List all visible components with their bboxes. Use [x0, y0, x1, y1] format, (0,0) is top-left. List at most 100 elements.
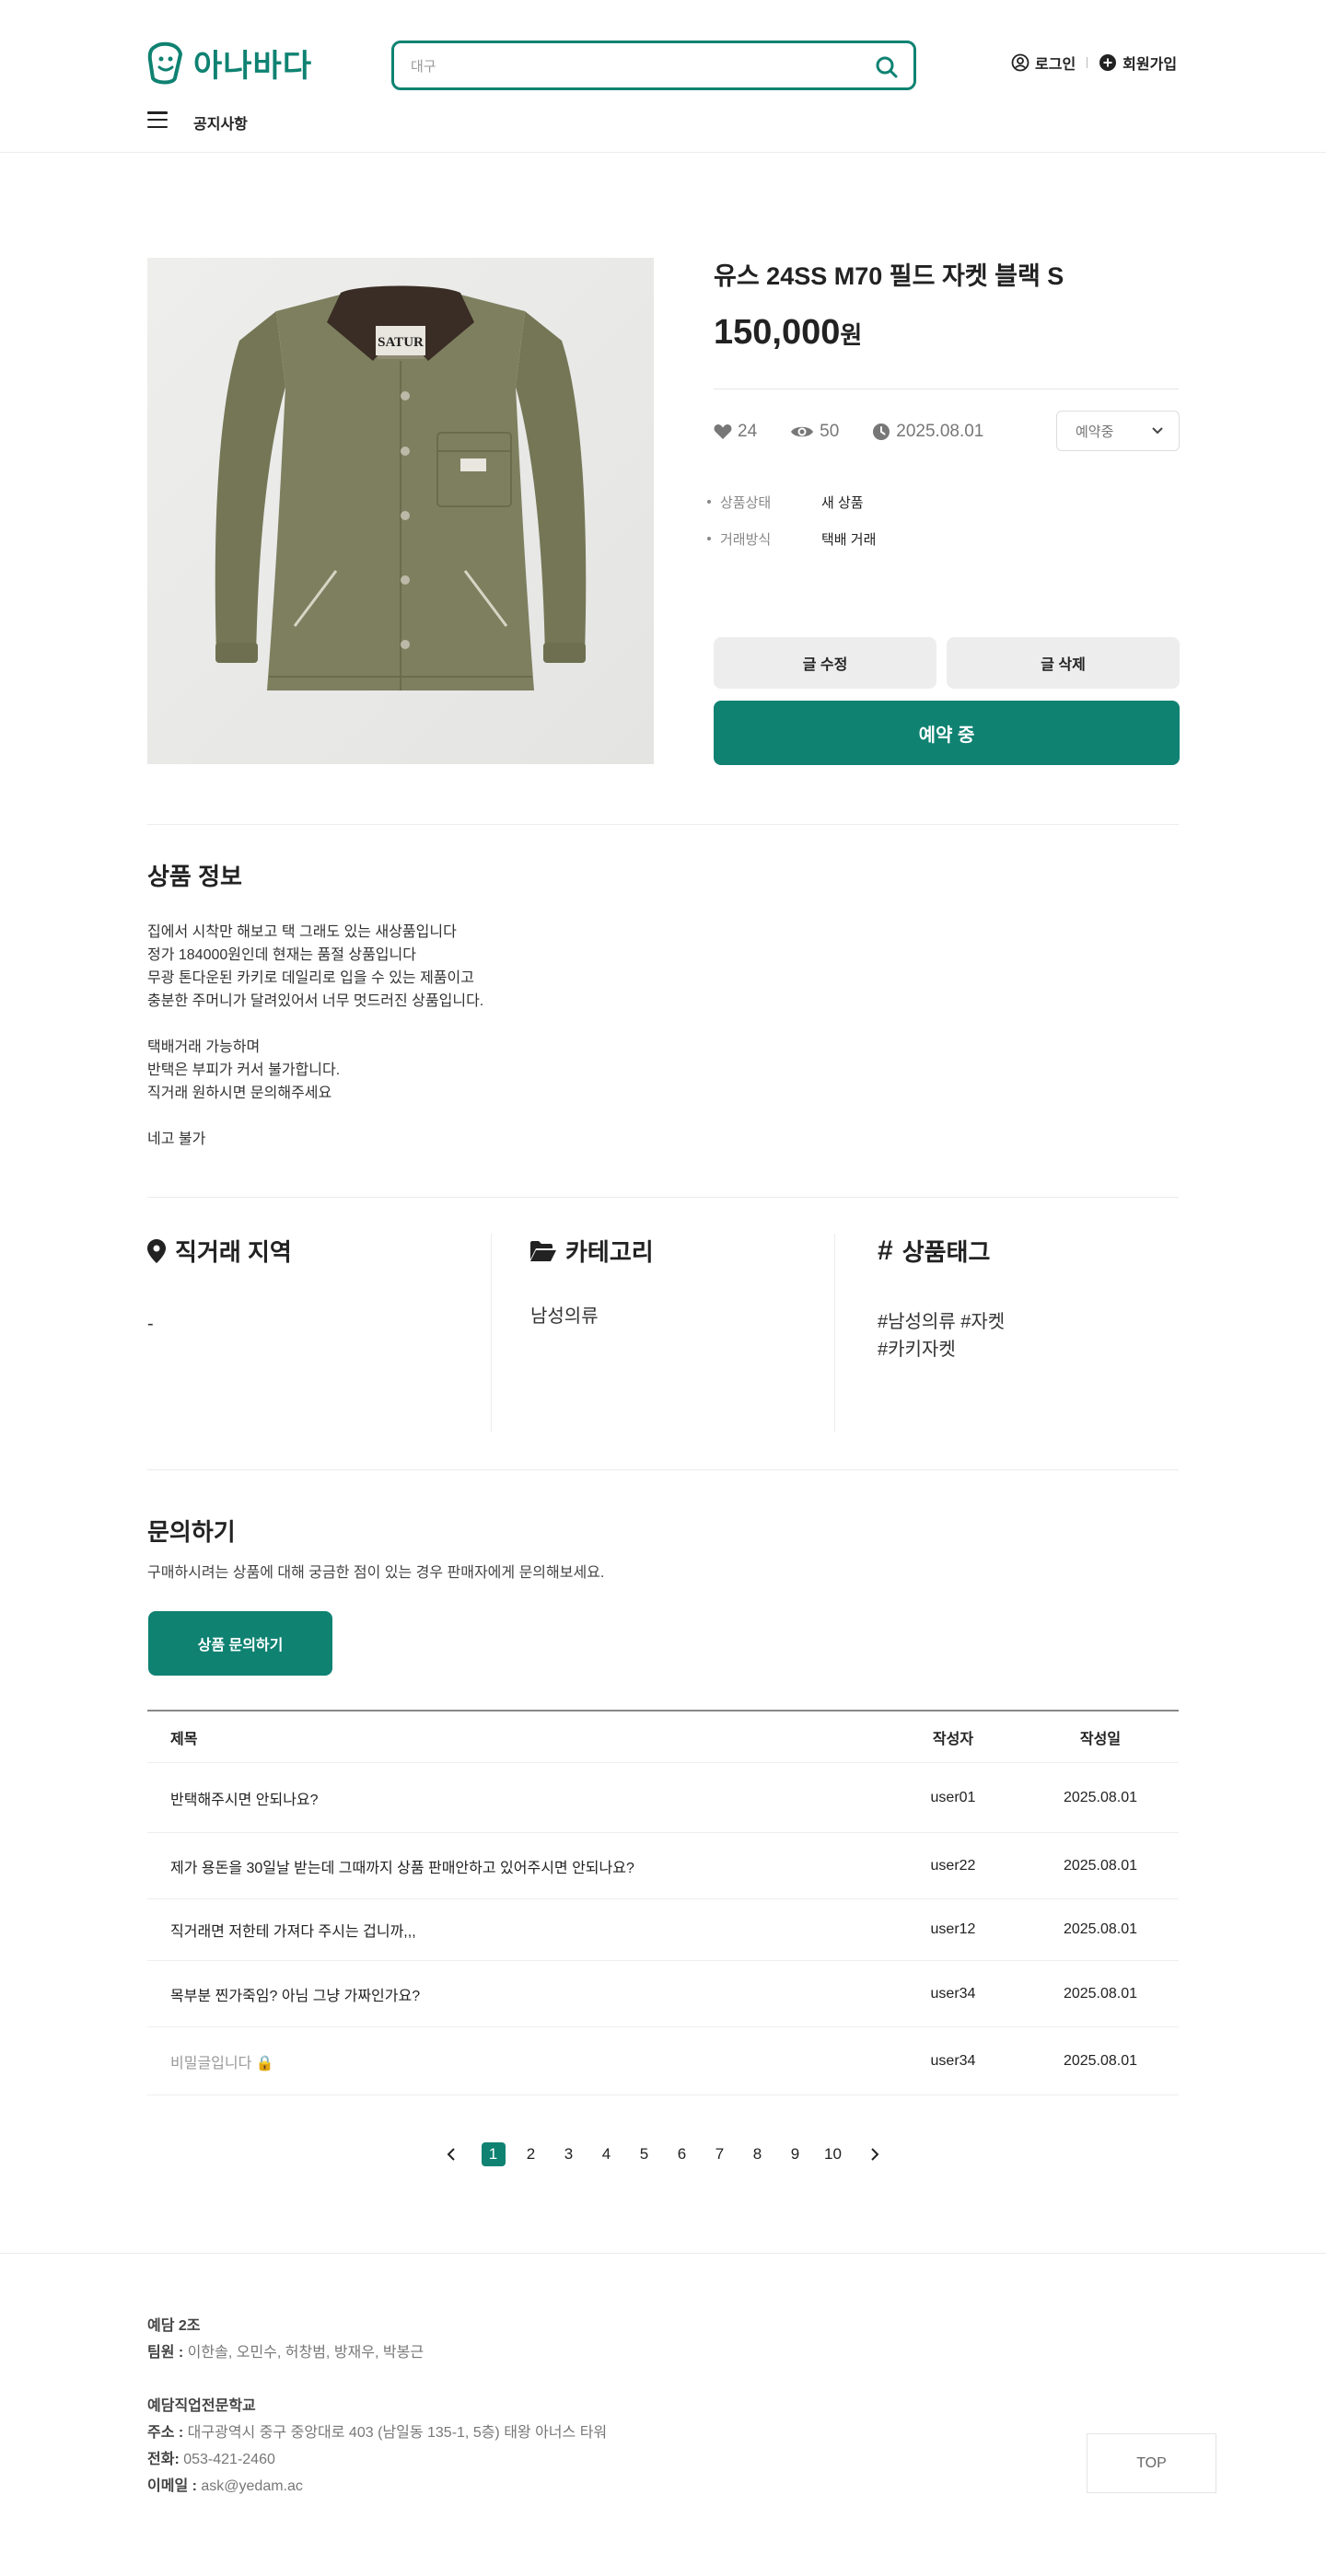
eye-icon: [791, 426, 814, 437]
chevron-down-icon: [1152, 427, 1163, 435]
info-key: 상품상태: [720, 494, 772, 511]
pagination: 1 2 3 4 5 6 7 8 9 10: [424, 2141, 902, 2167]
page-1[interactable]: 1: [474, 2141, 512, 2167]
search-icon[interactable]: [873, 53, 901, 81]
page-3[interactable]: 3: [550, 2141, 587, 2167]
prev-page-button[interactable]: [428, 2141, 474, 2167]
category-value[interactable]: 남성의류: [530, 1303, 874, 1330]
table-row[interactable]: 직거래면 저한테 가져다 주시는 겁니까,,, user12 2025.08.0…: [147, 1899, 1179, 1961]
description-line: 택배거래 가능하며: [147, 1039, 261, 1055]
chevron-right-icon: [871, 2148, 879, 2161]
plus-circle-icon: [1099, 54, 1117, 71]
info-value: 새 상품: [821, 494, 864, 511]
email: ask@yedam.ac: [201, 2478, 303, 2494]
heart-icon: [714, 424, 732, 439]
info-row-condition: 상품상태 새 상품: [707, 483, 876, 520]
description-title: 상품 정보: [147, 863, 242, 890]
address-label: 주소 :: [147, 2425, 184, 2441]
product-price: 150,000원: [714, 313, 862, 353]
page-number: 7: [715, 2145, 725, 2163]
logo-text: 아나바다: [193, 49, 313, 84]
next-page-button[interactable]: [852, 2141, 898, 2167]
page-number: 6: [677, 2145, 687, 2163]
reserved-button[interactable]: 예약 중: [714, 701, 1180, 765]
chevron-left-icon: [447, 2148, 455, 2161]
description-text: 집에서 시착만 해보고 택 그래도 있는 새상품입니다 정가 184000원인데…: [147, 921, 483, 1151]
search-bar: [391, 41, 916, 90]
row-title[interactable]: 반택해주시면 안되나요?: [147, 1787, 884, 1809]
description-line: 충분한 주머니가 달려있어서 너무 멋드러진 상품입니다.: [147, 993, 484, 1009]
nav-notice-link[interactable]: 공지사항: [193, 111, 248, 133]
info-value: 택배 거래: [821, 531, 877, 548]
page-7[interactable]: 7: [701, 2141, 739, 2167]
team-label: 팀원 :: [147, 2345, 184, 2361]
row-title[interactable]: 목부분 찐가죽임? 아님 그냥 가짜인가요?: [147, 1983, 884, 2005]
folder-open-icon: [530, 1240, 556, 1261]
location-pin-icon: [147, 1238, 166, 1263]
signup-label: 회원가입: [1122, 57, 1178, 73]
delete-post-button[interactable]: 글 삭제: [947, 637, 1180, 689]
product-image: SATUR: [147, 258, 654, 764]
likes-count: 24: [738, 422, 758, 441]
row-date: 2025.08.01: [1063, 1985, 1138, 2002]
menu-icon[interactable]: [147, 111, 168, 128]
page-9[interactable]: 9: [776, 2141, 814, 2167]
search-input[interactable]: [411, 54, 853, 78]
scroll-top-button[interactable]: TOP: [1087, 2433, 1216, 2493]
page-number: 10: [824, 2145, 842, 2163]
page-2[interactable]: 2: [512, 2141, 550, 2167]
table-row[interactable]: 목부분 찐가죽임? 아님 그냥 가짜인가요? user34 2025.08.01: [147, 1961, 1179, 2027]
column-divider: [834, 1234, 835, 1433]
table-row-secret[interactable]: 비밀글입니다 🔒 user34 2025.08.01: [147, 2027, 1179, 2095]
table-row[interactable]: 제가 용돈을 30일날 받는데 그때까지 상품 판매안하고 있어주시면 안되나요…: [147, 1833, 1179, 1899]
row-author: user34: [930, 1985, 976, 2002]
page-number: 4: [601, 2145, 611, 2163]
row-title[interactable]: 직거래면 저한테 가져다 주시는 겁니까,,,: [147, 1919, 884, 1941]
school-name: 예담직업전문학교: [147, 2398, 256, 2414]
inquiry-table: 제목 작성자 작성일 반택해주시면 안되나요? user01 2025.08.0…: [147, 1710, 1179, 2095]
likes-stat[interactable]: 24: [714, 422, 757, 442]
section-divider: [147, 824, 1179, 825]
user-icon: [1011, 53, 1029, 72]
inquiry-title: 문의하기: [147, 1518, 236, 1546]
tags-line[interactable]: #카키자켓: [878, 1336, 1221, 1363]
tags-list: #남성의류 #자켓 #카키자켓: [878, 1308, 1221, 1363]
auth-links: 로그인 회원가입: [1011, 52, 1177, 74]
inquiry-description: 구매하시려는 상품에 대해 궁금한 점이 있는 경우 판매자에게 문의해보세요.: [147, 1565, 605, 1581]
table-row[interactable]: 반택해주시면 안되나요? user01 2025.08.01: [147, 1763, 1179, 1833]
tags-line[interactable]: #남성의류 #자켓: [878, 1308, 1221, 1336]
team-members: 이한솔, 오민수, 허창범, 방재우, 박봉근: [187, 2345, 425, 2361]
page-5[interactable]: 5: [625, 2141, 663, 2167]
page-4[interactable]: 4: [587, 2141, 625, 2167]
price-value: 150,000: [714, 313, 841, 352]
page-8[interactable]: 8: [739, 2141, 776, 2167]
page-6[interactable]: 6: [663, 2141, 701, 2167]
site-logo[interactable]: 아나바다: [147, 41, 312, 86]
row-title[interactable]: 비밀글입니다 🔒: [147, 2050, 884, 2072]
row-author: user12: [930, 1921, 976, 1937]
row-date: 2025.08.01: [1063, 1789, 1138, 1805]
clock-icon: [873, 424, 890, 440]
edit-post-button[interactable]: 글 수정: [714, 637, 936, 689]
status-select[interactable]: 예약중: [1056, 411, 1180, 451]
views-count: 50: [820, 422, 840, 441]
phone: 053-421-2460: [183, 2452, 275, 2467]
inquiry-button[interactable]: 상품 문의하기: [148, 1611, 332, 1676]
section-divider: [147, 1197, 1179, 1198]
login-link[interactable]: 로그인: [1011, 52, 1076, 74]
page-number: 5: [639, 2145, 649, 2163]
signup-link[interactable]: 회원가입: [1099, 52, 1177, 74]
column-header-title: 제목: [170, 1731, 198, 1747]
posted-date: 2025.08.01: [896, 422, 984, 441]
row-title[interactable]: 제가 용돈을 30일날 받는데 그때까지 상품 판매안하고 있어주시면 안되나요…: [147, 1855, 884, 1877]
description-line: [147, 1105, 483, 1128]
price-unit: 원: [840, 321, 863, 349]
product-stats: 24 50 2025.08.01: [714, 422, 1017, 442]
tags-title: 상품태그: [901, 1238, 991, 1266]
site-header: 아나바다 로그인 회원가입 공지사항: [0, 0, 1326, 153]
region-value: -: [147, 1314, 154, 1334]
page-10[interactable]: 10: [814, 2141, 852, 2167]
row-author: user01: [930, 1789, 976, 1805]
description-line: 무광 톤다운된 카키로 데일리로 입을 수 있는 제품이고: [147, 970, 474, 986]
description-line: 반택은 부피가 커서 불가합니다.: [147, 1062, 341, 1078]
